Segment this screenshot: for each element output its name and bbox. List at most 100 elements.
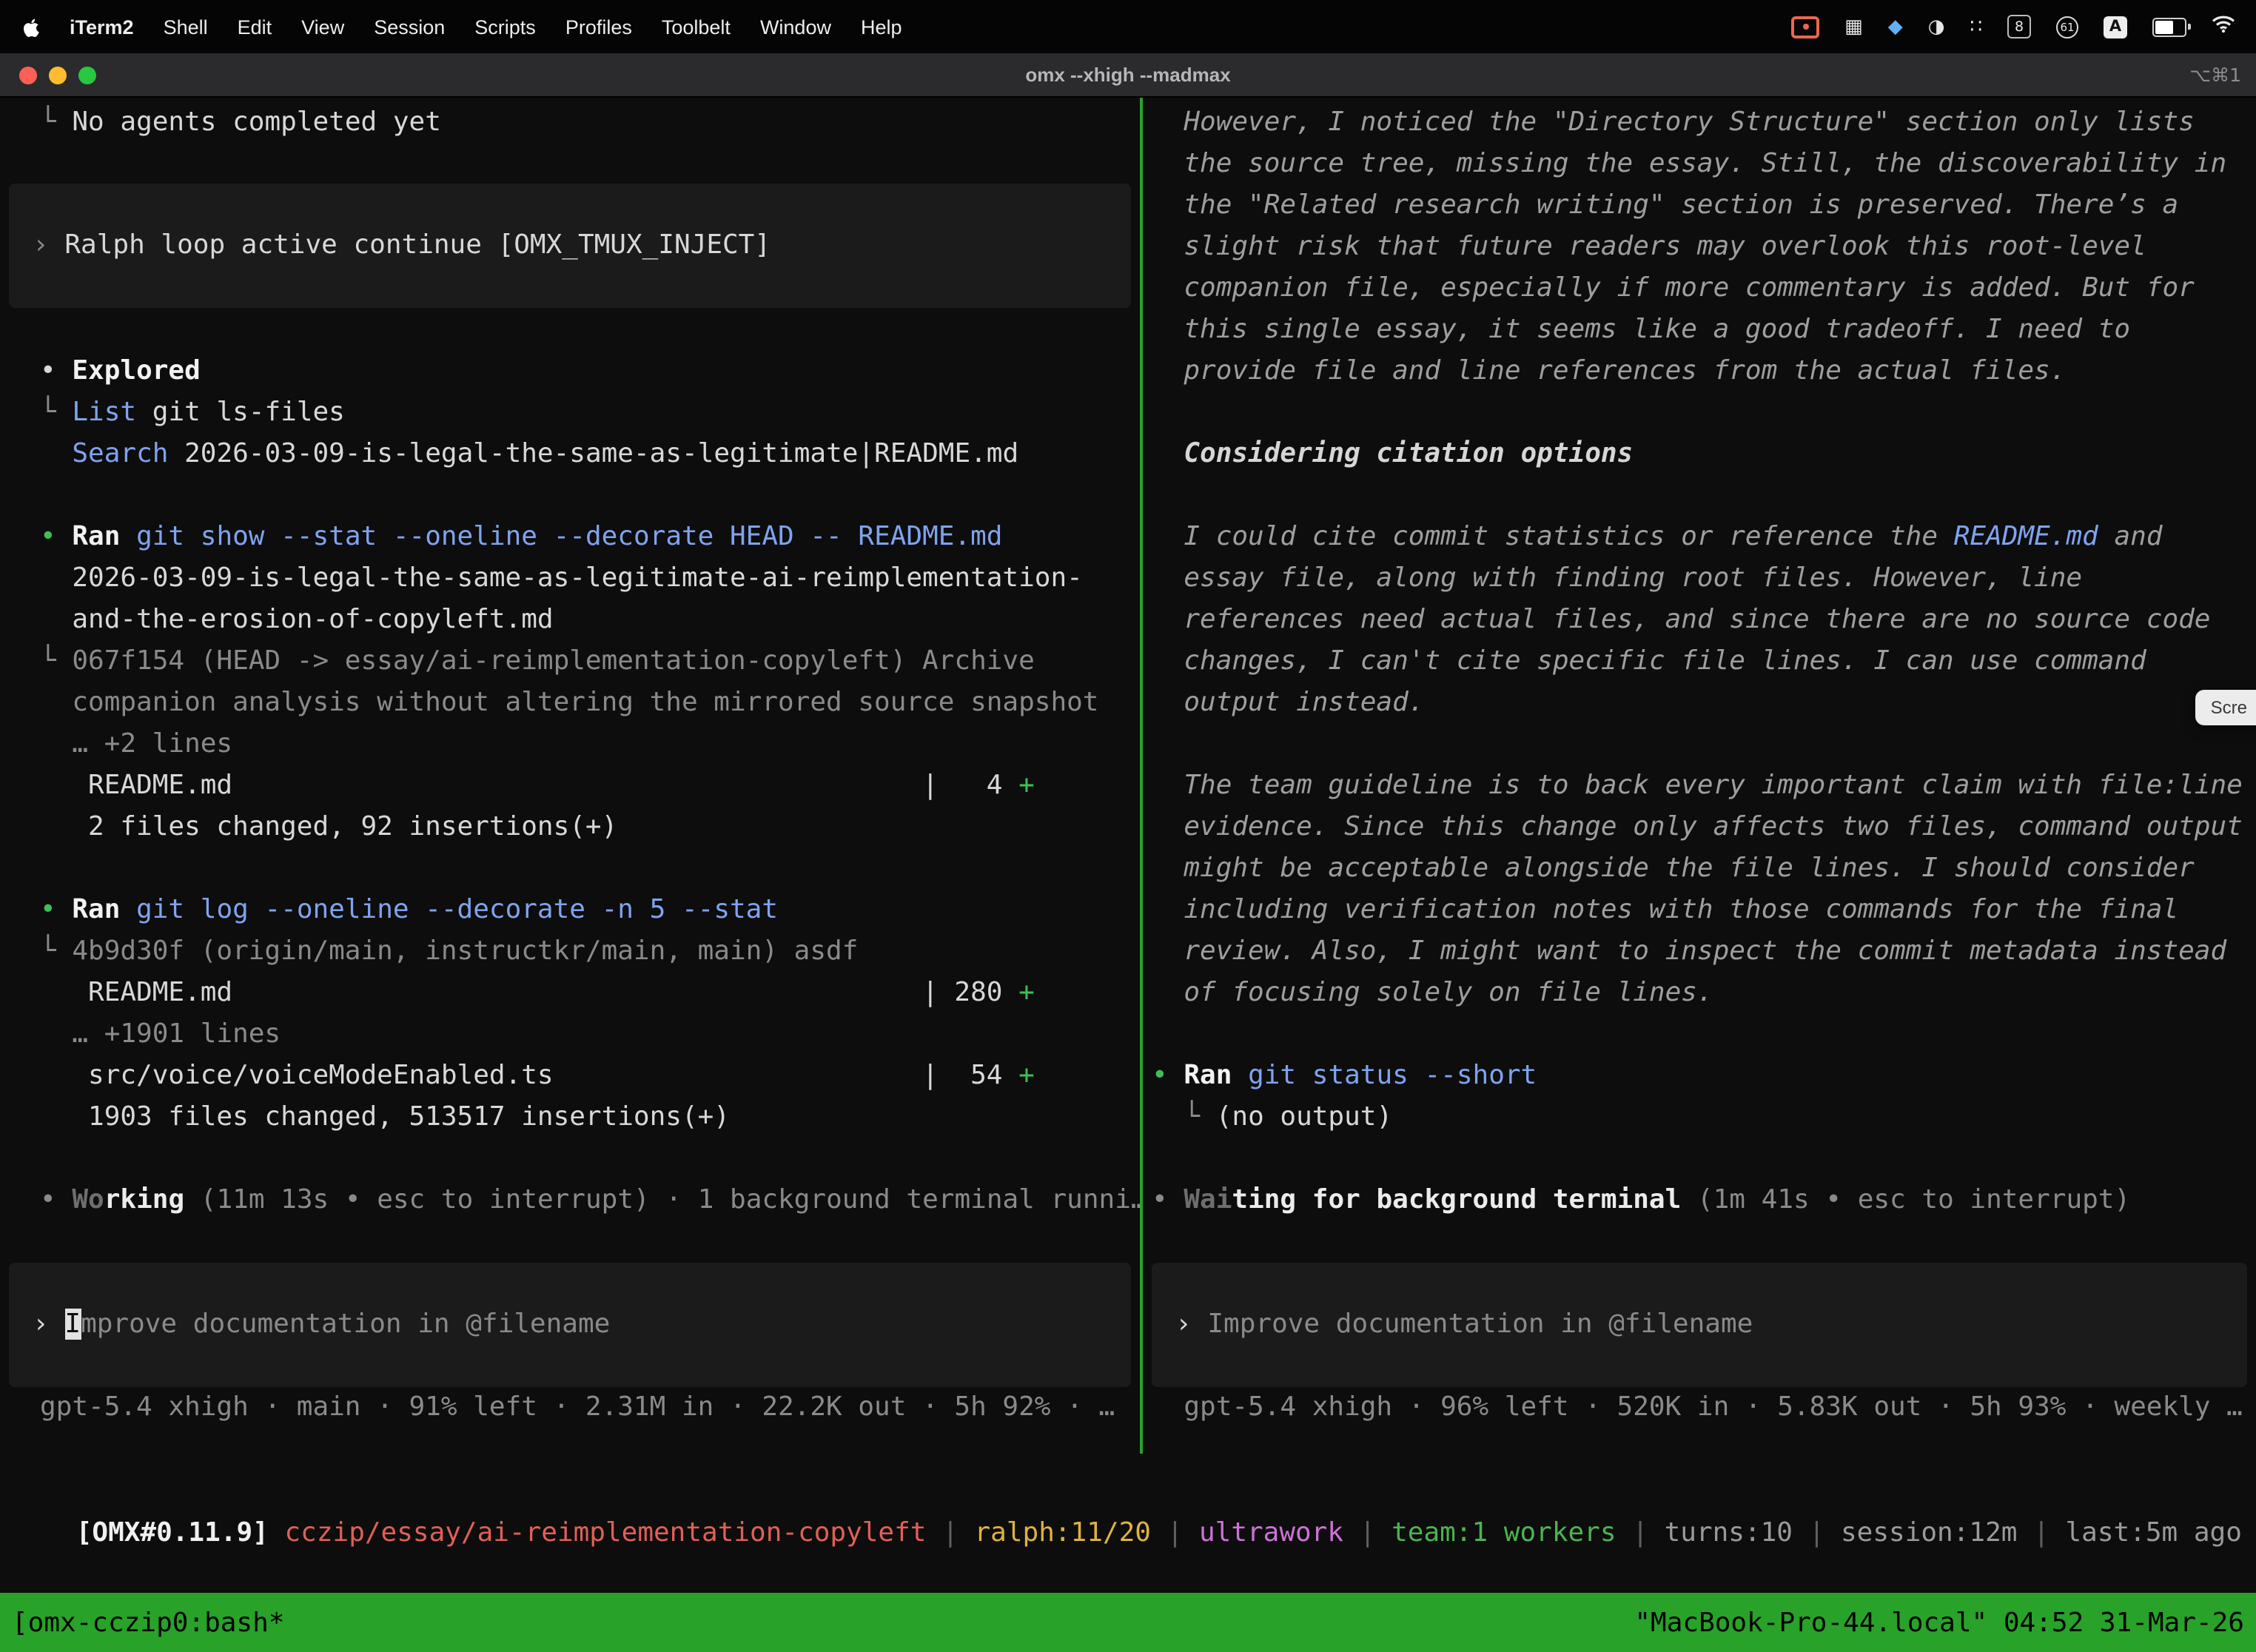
- session-stats-left: gpt-5.4 xhigh · main · 91% left · 2.31M …: [0, 1387, 1140, 1428]
- list-keyword: List: [72, 397, 136, 428]
- list-args: git ls-files: [136, 397, 345, 428]
- diffstat-plus: +: [1018, 770, 1035, 801]
- separator: |: [1151, 1517, 1199, 1548]
- ran-label: Ran: [72, 521, 120, 552]
- diffstat-line: README.md | 280 +: [0, 973, 1140, 1014]
- prompt-input-line: › Improve documentation in @filename: [1152, 1304, 1753, 1346]
- contrast-icon[interactable]: ◑: [1928, 16, 1945, 38]
- tmux-session-name: [omx-cczip0:bash*: [12, 1607, 284, 1638]
- prompt-placeholder: Improve documentation in @filename: [1207, 1309, 1753, 1340]
- omx-status-bar: [OMX#0.11.9] cczip/essay/ai-reimplementa…: [0, 1454, 2256, 1525]
- search-keyword: Search: [72, 438, 168, 469]
- thinking-paragraph: However, I noticed the "Directory Struct…: [1143, 102, 2256, 392]
- working-status-line: • Working (11m 13s • esc to interrupt) ·…: [0, 1180, 1140, 1221]
- prompt-chevron: ›: [1175, 1309, 1207, 1340]
- session-stats-right: gpt-5.4 xhigh · 96% left · 520K in · 5.8…: [1143, 1387, 2256, 1428]
- omx-mode: ultrawork: [1199, 1517, 1343, 1548]
- menu-view[interactable]: View: [286, 16, 359, 38]
- diffstat-summary: 1903 files changed, 513517 insertions(+): [0, 1097, 1140, 1138]
- changed-file-names: 2026-03-09-is-legal-the-same-as-legitima…: [0, 558, 1140, 641]
- screen-popup[interactable]: Scre: [2196, 690, 2256, 725]
- diffstat-line: README.md | 4 +: [0, 765, 1140, 807]
- menu-toolbelt[interactable]: Toolbelt: [647, 16, 745, 38]
- command-result: (no output): [1216, 1101, 1392, 1132]
- wifi-icon[interactable]: [2212, 15, 2235, 38]
- diffstat-plus: +: [1018, 1060, 1035, 1091]
- right-terminal-pane[interactable]: However, I noticed the "Directory Struct…: [1143, 98, 2256, 1454]
- branch-glyph: └: [1152, 1101, 1216, 1132]
- tmux-status-bar[interactable]: [omx-cczip0:bash* "MacBook-Pro-44.local"…: [0, 1593, 2256, 1652]
- ran-label: Ran: [1184, 1060, 1232, 1091]
- separator: |: [2017, 1517, 2065, 1548]
- readme-link[interactable]: README.md: [1954, 521, 2098, 552]
- separator: |: [926, 1517, 974, 1548]
- prompt-input-right[interactable]: › Improve documentation in @filename: [1152, 1263, 2247, 1387]
- battery-nub: [2187, 23, 2190, 30]
- ran-git-status-line: • Ran git status --short: [1143, 1055, 2256, 1097]
- desktop: iTerm2 Shell Edit View Session Scripts P…: [0, 0, 2256, 1652]
- command-text: git log --oneline --decorate -n 5 --stat: [120, 894, 778, 925]
- command-text: git status --short: [1232, 1060, 1537, 1091]
- spark-icon[interactable]: ◆: [1888, 16, 1903, 38]
- explored-line: • Explored: [0, 351, 1140, 392]
- diffstat-line: src/voice/voiceModeEnabled.ts | 54 +: [0, 1055, 1140, 1097]
- prompt-input-left[interactable]: › Improve documentation in @filename: [9, 1263, 1131, 1387]
- explored-label: Explored: [72, 355, 200, 386]
- ralph-loop-banner: › Ralph loop active continue [OMX_TMUX_I…: [9, 184, 1131, 308]
- window-title: omx --xhigh --madmax: [0, 64, 2256, 86]
- indent: [40, 438, 72, 469]
- omx-last-activity: last:5m ago: [2065, 1517, 2241, 1548]
- separator: |: [1617, 1517, 1665, 1548]
- waiting-label: ting for background terminal: [1232, 1184, 1681, 1215]
- ran-git-log-line: • Ran git log --oneline --decorate -n 5 …: [0, 890, 1140, 931]
- grid-icon[interactable]: ▦: [1844, 16, 1863, 38]
- prompt-input-line: › Improve documentation in @filename: [9, 1304, 610, 1346]
- window-title-bar[interactable]: omx --xhigh --madmax ⌥⌘1: [0, 53, 2256, 98]
- input-source-icon[interactable]: A: [2104, 16, 2127, 38]
- menu-help[interactable]: Help: [846, 16, 917, 38]
- omx-session-time: session:12m: [1841, 1517, 2017, 1548]
- menu-scripts[interactable]: Scripts: [460, 16, 551, 38]
- diffstat-summary: 2 files changed, 92 insertions(+): [0, 807, 1140, 848]
- left-terminal-pane[interactable]: └ No agents completed yet › Ralph loop a…: [0, 98, 1140, 1454]
- commit-summary: └ 067f154 (HEAD -> essay/ai-reimplementa…: [0, 641, 1140, 765]
- traffic-lights: [0, 66, 96, 84]
- menu-edit[interactable]: Edit: [223, 16, 287, 38]
- thinking-heading: Considering citation options: [1143, 434, 2256, 475]
- thinking-text: I could cite commit statistics or refere…: [1152, 521, 1954, 552]
- separator: |: [1343, 1517, 1391, 1548]
- truncated-lines-note: … +1901 lines: [0, 1014, 1140, 1055]
- menu-window[interactable]: Window: [745, 16, 846, 38]
- battery-fill: [2155, 20, 2173, 33]
- numpad-icon[interactable]: 8: [2007, 15, 2031, 38]
- app-menu-iterm2[interactable]: iTerm2: [55, 16, 149, 38]
- prompt-placeholder: mprove documentation in @filename: [81, 1309, 610, 1340]
- diffstat-file: README.md | 280: [40, 977, 1018, 1008]
- battery-percent-icon[interactable]: 61: [2056, 16, 2078, 38]
- apple-menu-icon[interactable]: [21, 16, 43, 38]
- bullet: •: [40, 355, 72, 386]
- menu-shell[interactable]: Shell: [149, 16, 223, 38]
- dots-grid-icon[interactable]: ∷: [1970, 16, 1982, 38]
- branch-glyph: └: [40, 107, 72, 138]
- zoom-button[interactable]: [78, 66, 96, 84]
- battery-icon[interactable]: [2152, 17, 2186, 36]
- working-detail: (11m 13s • esc to interrupt) · 1 backgro…: [184, 1184, 1140, 1215]
- separator: |: [1793, 1517, 1841, 1548]
- screen-recording-icon[interactable]: [1791, 16, 1819, 38]
- close-button[interactable]: [19, 66, 37, 84]
- bullet: •: [40, 521, 72, 552]
- menu-session[interactable]: Session: [359, 16, 460, 38]
- omx-branch: cczip/essay/ai-reimplementation-copyleft: [285, 1517, 927, 1548]
- ran-git-show-line: • Ran git show --stat --oneline --decora…: [0, 517, 1140, 558]
- branch-glyph: └: [40, 397, 72, 428]
- agents-status-line: └ No agents completed yet: [0, 102, 1140, 144]
- prompt-chevron: ›: [33, 1309, 64, 1340]
- menu-bar: iTerm2 Shell Edit View Session Scripts P…: [0, 0, 2256, 53]
- menu-profiles[interactable]: Profiles: [551, 16, 647, 38]
- command-text: git show --stat --oneline --decorate HEA…: [120, 521, 1002, 552]
- thinking-text: and: [2098, 521, 2163, 552]
- minimize-button[interactable]: [49, 66, 67, 84]
- bullet: •: [1152, 1060, 1184, 1091]
- diffstat-file: README.md | 4: [40, 770, 1018, 801]
